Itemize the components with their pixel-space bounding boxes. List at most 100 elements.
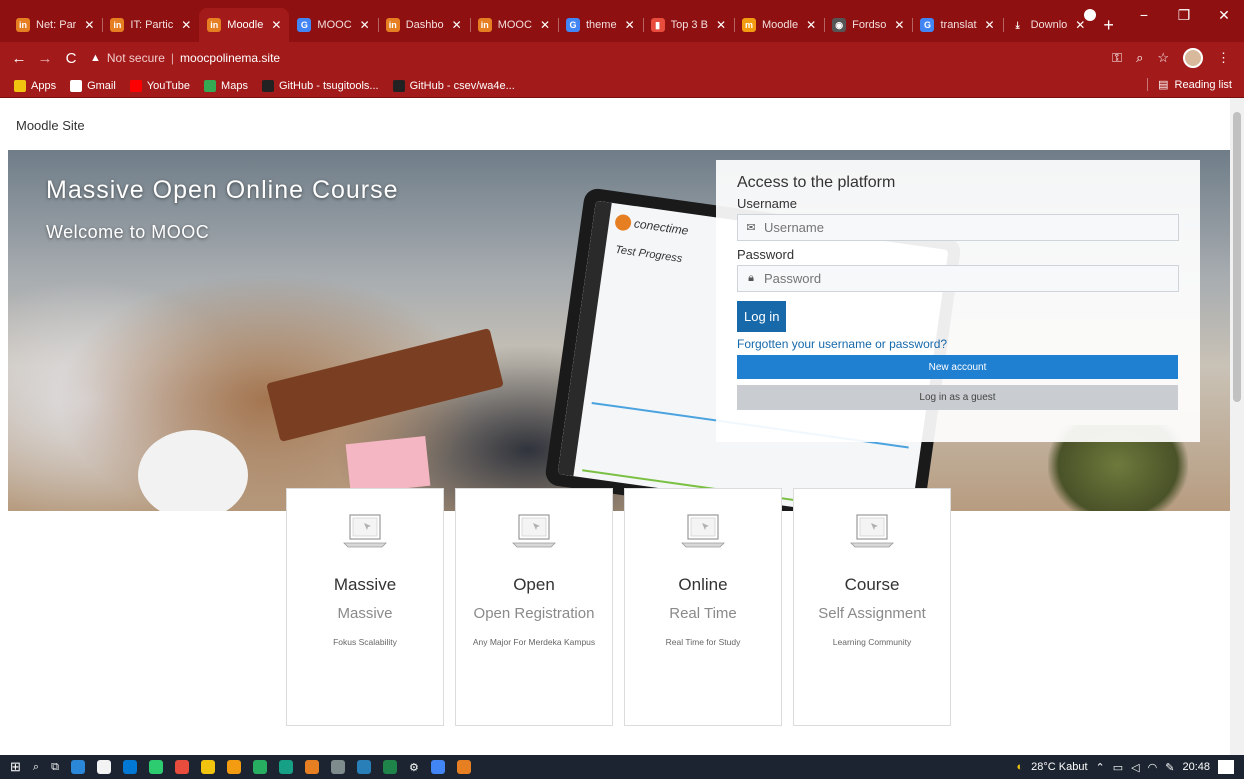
card-subtitle: Real Time xyxy=(669,605,737,622)
tab-close-icon[interactable]: ✕ xyxy=(806,18,816,32)
search-icon[interactable]: ⌕ xyxy=(33,761,39,774)
notification-icon[interactable] xyxy=(1218,760,1234,774)
wifi-icon[interactable]: ◠ xyxy=(1148,761,1158,774)
browser-tab[interactable]: in Dashbo ✕ xyxy=(377,8,470,42)
tab-close-icon[interactable]: ✕ xyxy=(1075,18,1085,32)
minimize-icon[interactable]: − xyxy=(1124,7,1164,23)
browser-tab[interactable]: ▮ Top 3 B ✕ xyxy=(642,8,734,42)
laptop-brand: conectime xyxy=(614,213,689,240)
office-icon[interactable] xyxy=(174,760,189,774)
password-input[interactable] xyxy=(764,271,1178,286)
username-input[interactable] xyxy=(764,220,1178,235)
tab-close-icon[interactable]: ✕ xyxy=(985,18,995,32)
volume-icon[interactable]: ◁ xyxy=(1131,761,1139,774)
tab-close-icon[interactable]: ✕ xyxy=(84,18,94,32)
login-heading: Access to the platform xyxy=(737,174,896,191)
bookmarks-bar: Apps Gmail YouTube Maps GitHub - tsugitools.… xyxy=(0,74,1244,98)
feature-card: Course Self Assignment Learning Community xyxy=(793,488,951,726)
new-account-button[interactable]: New account xyxy=(737,355,1178,379)
zoom-icon[interactable]: ⌕ xyxy=(1136,50,1143,66)
tab-close-icon[interactable]: ✕ xyxy=(360,18,370,32)
bookmark-item[interactable]: GitHub - csev/wa4e... xyxy=(392,79,515,92)
browser-tab[interactable]: in Moodle ✕ xyxy=(199,8,290,42)
bookmark-label: YouTube xyxy=(146,79,191,92)
page-scrollbar[interactable] xyxy=(1230,98,1244,755)
browser-tab[interactable]: G MOOC ✕ xyxy=(289,8,377,42)
clock[interactable]: 20:48 xyxy=(1182,761,1210,773)
scrollbar-thumb[interactable] xyxy=(1233,112,1241,402)
pen-icon[interactable]: ✎ xyxy=(1165,761,1174,774)
notes-icon[interactable] xyxy=(278,760,293,774)
tab-favicon-icon: G xyxy=(297,18,312,32)
guest-login-button[interactable]: Log in as a guest xyxy=(737,385,1178,410)
word-icon[interactable] xyxy=(356,760,371,774)
browser-tab[interactable]: ⤓ Downlo ✕ xyxy=(1002,8,1094,42)
browser-tab[interactable]: in Net: Par ✕ xyxy=(8,8,102,42)
tab-close-icon[interactable]: ✕ xyxy=(894,18,904,32)
card-description: Fokus Scalability xyxy=(333,636,397,647)
excel-icon[interactable] xyxy=(382,760,397,774)
tab-close-icon[interactable]: ✕ xyxy=(625,18,635,32)
chrome-icon[interactable] xyxy=(430,760,445,774)
browser-tab[interactable]: in IT: Partic ✕ xyxy=(102,8,199,42)
app-icon[interactable] xyxy=(148,760,163,774)
back-icon[interactable]: ← xyxy=(6,50,32,67)
close-window-icon[interactable]: ✕ xyxy=(1204,7,1244,24)
reload-icon[interactable]: C xyxy=(58,50,84,67)
bookmark-item[interactable]: Gmail xyxy=(70,79,116,92)
app-orange-icon[interactable] xyxy=(456,760,471,774)
bookmark-icon xyxy=(70,79,83,92)
menu-kebab-icon[interactable]: ⋮ xyxy=(1217,50,1230,66)
forward-icon[interactable]: → xyxy=(32,50,58,67)
card-title: Massive xyxy=(333,575,397,594)
reading-list-icon: ▤ xyxy=(1158,79,1169,91)
hero-title: Massive Open Online Course xyxy=(46,176,399,204)
terminal-icon[interactable] xyxy=(252,760,267,774)
site-name[interactable]: Moodle Site xyxy=(16,118,85,133)
taskbar-apps: ⊞ ⌕ ⧉ ⚙ xyxy=(0,759,471,775)
notebook-image xyxy=(266,328,504,442)
bookmark-item[interactable]: YouTube xyxy=(129,79,191,92)
tab-close-icon[interactable]: ✕ xyxy=(271,18,281,32)
browser-tab[interactable]: m Moodle ✕ xyxy=(734,8,824,42)
browser-tab[interactable]: ◉ Fordso ✕ xyxy=(824,8,912,42)
new-tab-button[interactable]: + xyxy=(1093,8,1124,42)
weather-text[interactable]: 28°C Kabut xyxy=(1031,761,1087,773)
login-button[interactable]: Log in xyxy=(737,301,787,332)
mail-icon[interactable] xyxy=(122,760,137,774)
bookmark-item[interactable]: Apps xyxy=(14,79,56,92)
task-view-icon[interactable]: ⧉ xyxy=(51,761,59,774)
sublime-icon[interactable] xyxy=(226,760,241,774)
tab-close-icon[interactable]: ✕ xyxy=(716,18,726,32)
tray-chevron-icon[interactable]: ⌃ xyxy=(1096,761,1105,774)
windows-start-icon[interactable]: ⊞ xyxy=(10,759,21,775)
tab-close-icon[interactable]: ✕ xyxy=(540,18,550,32)
browser-tab[interactable]: in MOOC ✕ xyxy=(469,8,558,42)
url-field[interactable]: ▲ Not secure | moocpolinema.site xyxy=(90,46,1100,70)
bookmark-item[interactable]: GitHub - tsugitools... xyxy=(261,79,379,92)
browser-tab[interactable]: Gtheme ✕ xyxy=(558,8,643,42)
edge-icon[interactable] xyxy=(70,760,85,774)
feature-card: Open Open Registration Any Major For Merde… xyxy=(455,488,613,726)
star-icon[interactable]: ☆ xyxy=(1157,50,1169,66)
tab-label: Moodle xyxy=(762,19,799,31)
profile-indicator-icon[interactable] xyxy=(1084,9,1096,21)
store-icon[interactable] xyxy=(96,760,111,774)
laptop-icon xyxy=(681,514,725,548)
tab-close-icon[interactable]: ✕ xyxy=(452,18,462,32)
chrome-alt-icon[interactable] xyxy=(200,760,215,774)
key-icon[interactable]: ⚿ xyxy=(1112,50,1122,66)
battery-icon[interactable]: ▭ xyxy=(1113,761,1123,774)
tab-close-icon[interactable]: ✕ xyxy=(181,18,191,32)
firefox-icon[interactable] xyxy=(304,760,319,774)
explorer-icon[interactable] xyxy=(330,760,345,774)
profile-avatar[interactable] xyxy=(1183,48,1203,68)
browser-tab[interactable]: Gtranslat ✕ xyxy=(912,8,1002,42)
card-description: Real Time for Study xyxy=(665,636,741,647)
reading-list-button[interactable]: ▤ Reading list xyxy=(1147,78,1232,91)
bookmark-item[interactable]: Maps xyxy=(204,79,248,92)
forgot-password-link[interactable]: Forgotten your username or password? xyxy=(737,337,1179,351)
settings-icon[interactable]: ⚙ xyxy=(409,761,419,774)
restore-icon[interactable]: ❐ xyxy=(1164,7,1204,24)
bookmark-label: Maps xyxy=(221,79,248,92)
